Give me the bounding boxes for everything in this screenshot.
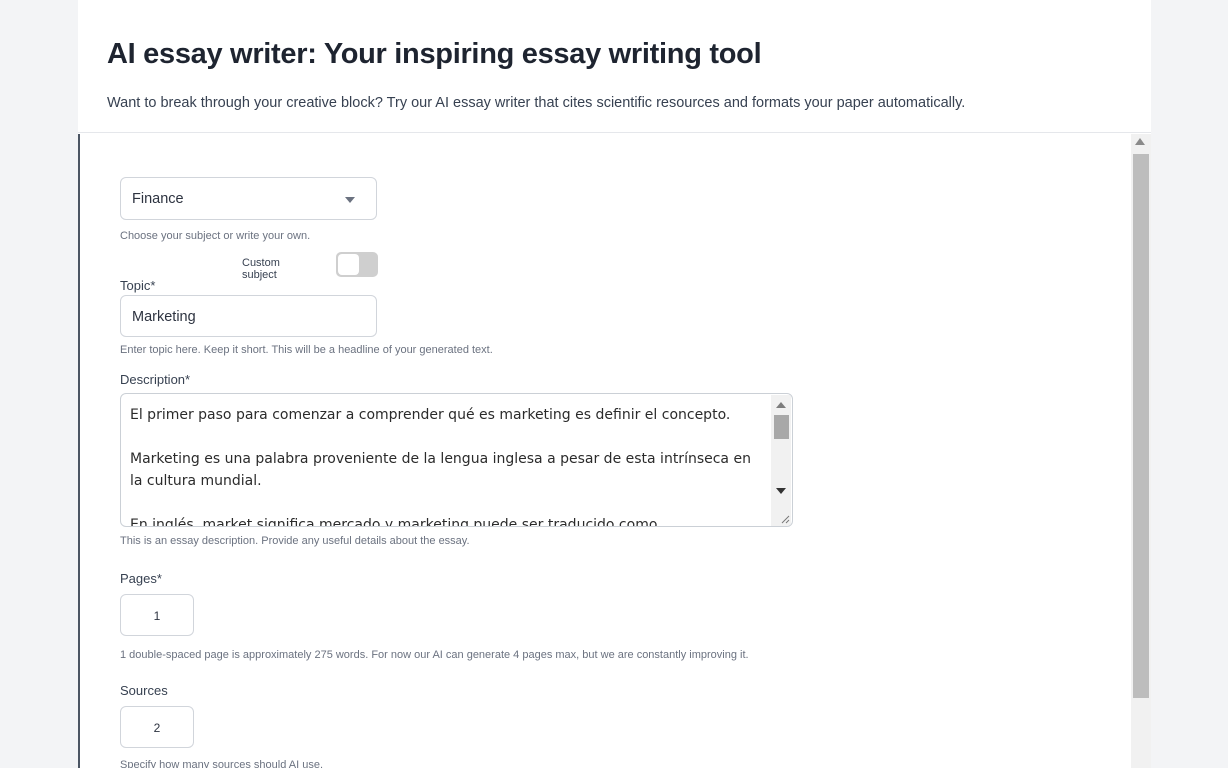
arrow-up-icon[interactable]	[1135, 138, 1145, 145]
description-paragraph: Marketing es una palabra proveniente de …	[130, 451, 751, 489]
description-textarea[interactable]: El primer paso para comenzar a comprende…	[120, 393, 793, 527]
page-subtitle: Want to break through your creative bloc…	[107, 95, 966, 111]
description-paragraph: En inglés, market significa mercado y ma…	[130, 517, 658, 527]
arrow-down-icon[interactable]	[776, 488, 786, 494]
custom-subject-label: Custom subject	[242, 257, 280, 281]
topic-input[interactable]: Marketing	[120, 295, 377, 337]
toggle-knob	[338, 254, 359, 275]
topic-label: Topic*	[120, 278, 156, 293]
pages-hint: 1 double-spaced page is approximately 27…	[120, 649, 749, 661]
essay-form-frame: Finance Choose your subject or write you…	[78, 134, 1151, 768]
subject-select-value: Finance	[132, 191, 184, 207]
pages-label: Pages*	[120, 571, 162, 586]
sources-label: Sources	[120, 683, 168, 698]
pages-input[interactable]: 1	[120, 594, 194, 636]
subject-hint: Choose your subject or write your own.	[120, 230, 311, 242]
description-text: El primer paso para comenzar a comprende…	[130, 404, 765, 527]
subject-select[interactable]: Finance	[120, 177, 377, 220]
chevron-down-icon[interactable]	[345, 197, 355, 203]
topic-input-value: Marketing	[132, 309, 196, 325]
page-container: AI essay writer: Your inspiring essay wr…	[78, 0, 1151, 768]
custom-subject-toggle[interactable]	[336, 252, 378, 277]
sources-input[interactable]: 2	[120, 706, 194, 748]
description-scrollbar[interactable]	[771, 395, 791, 526]
frame-scrollbar[interactable]	[1131, 134, 1151, 768]
page-title: AI essay writer: Your inspiring essay wr…	[107, 38, 762, 70]
description-hint: This is an essay description. Provide an…	[120, 535, 470, 547]
sources-hint: Specify how many sources should AI use.	[120, 759, 323, 768]
description-label: Description*	[120, 372, 191, 387]
description-paragraph: El primer paso para comenzar a comprende…	[130, 407, 731, 423]
page-header: AI essay writer: Your inspiring essay wr…	[78, 0, 1151, 133]
topic-hint: Enter topic here. Keep it short. This wi…	[120, 344, 493, 356]
frame-scroll-thumb[interactable]	[1133, 154, 1149, 698]
pages-input-value: 1	[153, 609, 161, 623]
description-scroll-thumb[interactable]	[774, 415, 789, 439]
arrow-up-icon[interactable]	[776, 402, 786, 408]
sources-input-value: 2	[153, 721, 161, 735]
resize-handle-icon[interactable]	[780, 514, 790, 524]
